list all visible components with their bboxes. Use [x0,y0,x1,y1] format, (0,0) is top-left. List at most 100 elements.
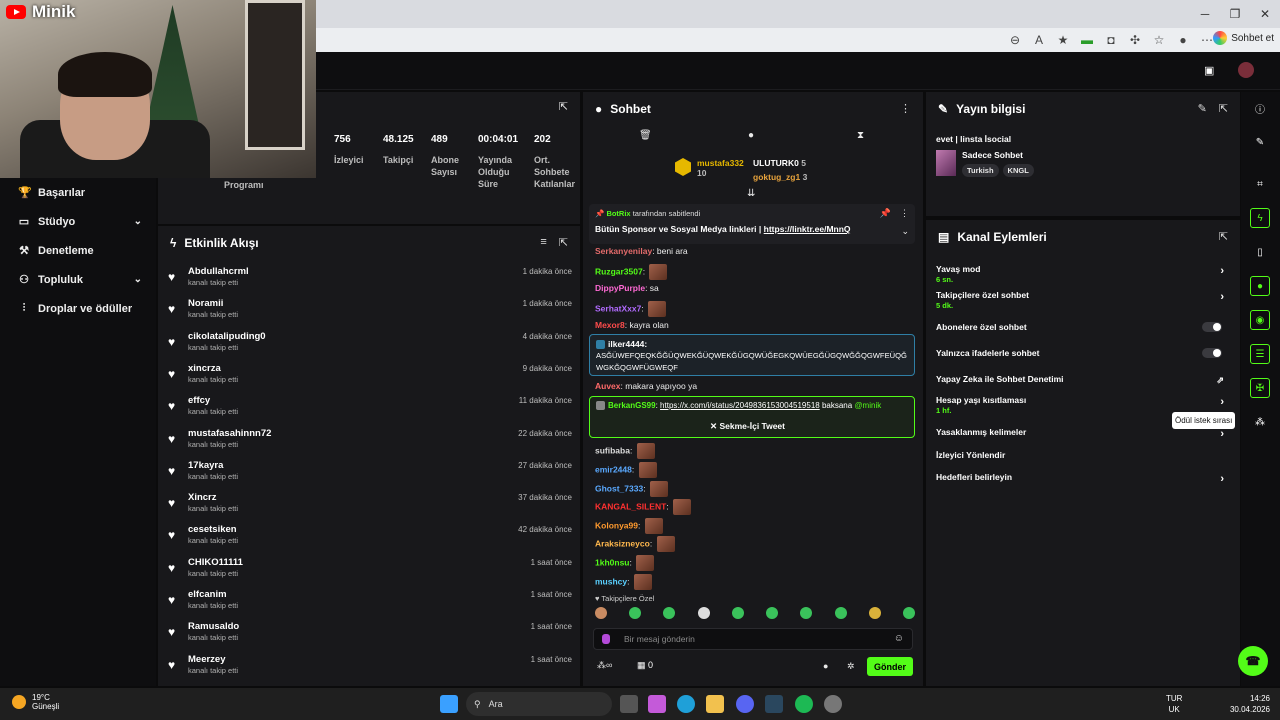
chat-username[interactable]: DippyPurple [595,283,645,293]
emote-icon[interactable] [595,607,607,619]
chat-username[interactable]: ilker4444: [596,339,647,350]
stream-key-icon[interactable]: ▣ [1204,64,1214,77]
task-view-icon[interactable] [620,695,638,713]
activity-row[interactable]: ♥ CHIKO11111 kanalı takip etti 1 saat önce [168,555,572,587]
popout-icon[interactable]: ⇱ [559,100,568,113]
tag-pill[interactable]: Turkish [962,164,999,177]
activity-row[interactable]: ♥ xincrza kanalı takip etti 9 dakika önce [168,361,572,393]
channel-action-row[interactable]: Hedefleri belirleyin › [936,472,1236,485]
inline-tweet-button[interactable]: ✕ Sekme-İçi Tweet [710,421,785,432]
pencil-icon[interactable]: ✎ [1250,132,1270,152]
file-explorer-icon[interactable] [706,695,724,713]
toggle-switch[interactable] [1202,322,1222,332]
channel-action-row[interactable]: Takipçilere özel sohbet 5 dk. › [936,290,1236,310]
extensions-puzzle-icon[interactable]: ✣ [1123,30,1147,50]
stream-category[interactable]: Sadece Sohbet [962,150,1023,160]
chat-username[interactable]: 1kh0nsu [595,557,630,567]
tag-pill[interactable]: KNGL [1002,164,1034,177]
extension-icon[interactable]: ▬ [1075,30,1099,50]
broadcast-icon[interactable]: ◉ [1250,310,1270,330]
favorites-icon[interactable]: ☆ [1147,30,1171,50]
channel-action-row[interactable]: Yapay Zeka ile Sohbet Denetimi ⇗ [936,374,1236,385]
expand-gifters-icon[interactable]: ⇊ [747,188,755,199]
emote-icon[interactable] [800,607,813,619]
obs-icon[interactable] [824,695,842,713]
channel-action-row[interactable]: Yavaş mod 6 sn. › [936,264,1236,284]
tweet-link[interactable]: https://x.com/i/status/20498361530045195… [660,401,820,410]
chat-username[interactable]: sufibaba [595,445,630,455]
chat-username[interactable]: Mexor8 [595,320,625,330]
send-button[interactable]: Gönder [867,657,913,676]
gifter-1[interactable]: mustafa332 10 [697,158,744,178]
chat-menu-icon[interactable]: ⋮ [900,102,911,115]
emote-icon[interactable] [731,607,744,619]
activity-row[interactable]: ♥ cesetsiken kanalı takip etti 42 dakika ön… [168,522,572,554]
activity-row[interactable]: ♥ Meerzey kanalı takip etti 1 saat önce [168,652,572,684]
chat-username[interactable]: emir2448 [595,464,632,474]
copilot-chat-button[interactable]: Sohbet et [1213,31,1274,45]
spotify-icon[interactable] [795,695,813,713]
wrench-icon[interactable]: ✠ [1250,378,1270,398]
clipboard-icon[interactable]: ▯ [1250,242,1270,262]
pinned-link[interactable]: https://linktr.ee/MnnQ [764,224,851,234]
trash-icon[interactable]: 🗑 [639,130,652,141]
activity-row[interactable]: ♥ mustafasahinnn72 kanalı takip etti 22 dak… [168,426,572,458]
minimize-icon[interactable]: ─ [1190,0,1220,28]
emote-icon[interactable] [868,607,881,619]
info-icon[interactable]: ⓘ [1250,98,1270,118]
chat-username[interactable]: Araksizneyco [595,538,650,548]
channel-action-row[interactable]: Abonelere özel sohbet [936,322,1236,332]
toggle-switch[interactable] [1202,348,1222,358]
chat-username[interactable]: Serkanyenilay [595,246,652,256]
zoom-icon[interactable]: ⊖ [1003,30,1027,50]
activity-row[interactable]: ♥ cikolatalipuding0 kanalı takip etti 4 dak… [168,329,572,361]
crop-icon[interactable]: ⌗ [1250,174,1270,194]
emote-icon[interactable] [766,607,779,619]
chat-username[interactable]: Kolonya99 [595,520,638,530]
chevron-down-icon[interactable]: ⌄ [901,226,909,237]
popout-icon[interactable]: ⇱ [559,236,568,249]
pin-icon[interactable]: 📌 [880,208,891,219]
copilot-icon[interactable] [648,695,666,713]
chat-username[interactable]: SerhatXxx7 [595,303,641,313]
support-button[interactable]: ☎ [1238,646,1268,676]
filter-icon[interactable]: ≡ [540,236,546,249]
favorite-star-icon[interactable]: ★ [1051,30,1075,50]
chat-username[interactable]: KANGAL_SILENT [595,501,666,511]
emote-icon[interactable] [902,607,915,619]
extension-icon[interactable]: ◘ [1099,30,1123,50]
chat-icon[interactable]: ● [1250,276,1270,296]
steam-icon[interactable] [765,695,783,713]
activity-row[interactable]: ♥ Noramii kanalı takip etti 1 dakika önce [168,296,572,328]
clock[interactable]: 14:26 30.04.2026 [1230,693,1270,715]
popout-icon[interactable]: ⇱ [1219,230,1228,243]
close-icon[interactable]: ✕ [1250,0,1280,28]
layers-icon[interactable]: ☰ [1250,344,1270,364]
emoji-icon[interactable]: ☺ [894,633,904,644]
edge-icon[interactable] [677,695,695,713]
hourglass-icon[interactable]: ⧗ [857,130,864,141]
read-aloud-icon[interactable]: A [1027,30,1051,50]
popout-icon[interactable]: ⇱ [1219,102,1228,115]
emote-icon[interactable] [834,607,847,619]
chat-username[interactable]: Auvex [595,381,621,391]
user-avatar[interactable] [1238,62,1254,78]
chat-mode-icon[interactable]: ● [748,130,754,141]
nav-item[interactable]: ⫶ Droplar ve ödüller [0,294,156,323]
start-button[interactable] [440,695,458,713]
activity-row[interactable]: ♥ elfcanim kanalı takip etti 1 saat önce [168,587,572,619]
emote-icon[interactable] [697,607,710,619]
emote-icon[interactable] [663,607,676,619]
chat-input[interactable]: Bir mesaj gönderin ☺ [593,628,913,650]
activity-row[interactable]: ♥ effcy kanalı takip etti 11 dakika önce [168,393,572,425]
nav-item[interactable]: ⚇ Topluluk ⌄ [0,265,156,294]
language-indicator[interactable]: TUR UK [1166,693,1182,715]
lightning-icon[interactable]: ϟ [1250,208,1270,228]
nav-item[interactable]: 🏆 Başarılar [0,178,156,207]
gear-icon[interactable]: ✲ [847,661,855,672]
reward-queue-icon[interactable]: ⁂ [1250,412,1270,432]
taskbar-search[interactable]: ⚲ Ara [466,692,612,716]
channel-action-row[interactable]: Yalnızca ifadelerle sohbet [936,348,1236,358]
activity-row[interactable]: ♥ Abdullahcrml kanalı takip etti 1 dakika ö… [168,264,572,296]
chat-username[interactable]: Ghost_7333 [595,483,643,493]
